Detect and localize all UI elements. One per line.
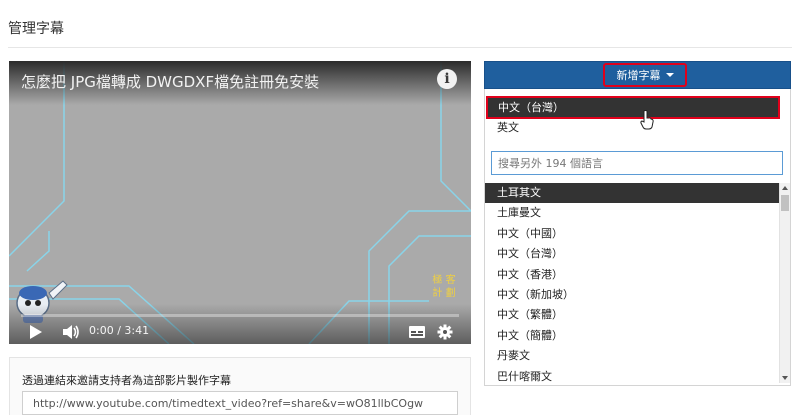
time-display: 0:00 / 3:41 <box>89 324 150 337</box>
language-item[interactable]: 巴什喀爾文 <box>485 367 779 383</box>
invite-label: 透過連結來邀請支持者為這部影片製作字幕 <box>22 374 231 387</box>
add-subtitles-button[interactable]: 新增字幕 <box>603 63 687 87</box>
title-divider <box>8 47 792 48</box>
channel-watermark: 極 客 計 劃 <box>432 275 456 299</box>
language-item[interactable]: 中文（香港） <box>485 265 779 285</box>
language-item[interactable]: 土庫曼文 <box>485 203 779 223</box>
progress-bar[interactable] <box>21 314 459 317</box>
language-list[interactable]: 土耳其文 土庫曼文 中文（中國） 中文（台灣） 中文（香港） 中文（新加坡） 中… <box>485 183 779 383</box>
scroll-down-icon[interactable] <box>782 376 788 380</box>
language-item[interactable]: 中文（台灣） <box>485 244 779 264</box>
language-item[interactable]: 中文（中國） <box>485 224 779 244</box>
invite-section: 透過連結來邀請支持者為這部影片製作字幕 <box>9 357 471 415</box>
hand-cursor-icon <box>640 110 654 130</box>
language-list-scrollbar[interactable] <box>779 183 790 383</box>
language-search-input[interactable] <box>491 151 783 175</box>
scroll-up-icon[interactable] <box>782 186 788 190</box>
player-controls: 0:00 / 3:41 <box>9 321 471 343</box>
cc-icon[interactable] <box>407 321 427 343</box>
language-item[interactable]: 土耳其文 <box>485 183 779 204</box>
scroll-thumb[interactable] <box>781 195 789 211</box>
gear-icon[interactable] <box>435 321 455 343</box>
language-item[interactable]: 中文（簡體） <box>485 326 779 346</box>
info-icon[interactable]: i <box>437 69 457 89</box>
caret-down-icon <box>665 73 674 77</box>
video-title[interactable]: 怎麼把 JPG檔轉成 DWGDXF檔免註冊免安裝 <box>21 71 319 92</box>
invite-url-field[interactable] <box>22 391 458 415</box>
language-item[interactable]: 中文（繁體） <box>485 305 779 325</box>
add-subtitles-label: 新增字幕 <box>616 69 661 82</box>
volume-icon[interactable] <box>61 321 81 343</box>
quick-language-item[interactable]: 英文 <box>485 118 790 138</box>
play-icon[interactable] <box>27 321 45 343</box>
quick-language-item[interactable]: 中文（台灣） <box>486 96 780 119</box>
language-dropdown: 中文（台灣） 英文 土耳其文 土庫曼文 中文（中國） 中文（台灣） 中文（香港）… <box>484 89 791 386</box>
language-item[interactable]: 中文（新加坡） <box>485 285 779 305</box>
video-player[interactable]: 怎麼把 JPG檔轉成 DWGDXF檔免註冊免安裝 i 極 客 計 劃 0:00 … <box>9 61 471 344</box>
page-title: 管理字幕 <box>8 21 64 37</box>
language-item[interactable]: 丹麥文 <box>485 346 779 366</box>
add-subtitles-bar: 新增字幕 <box>484 61 791 89</box>
